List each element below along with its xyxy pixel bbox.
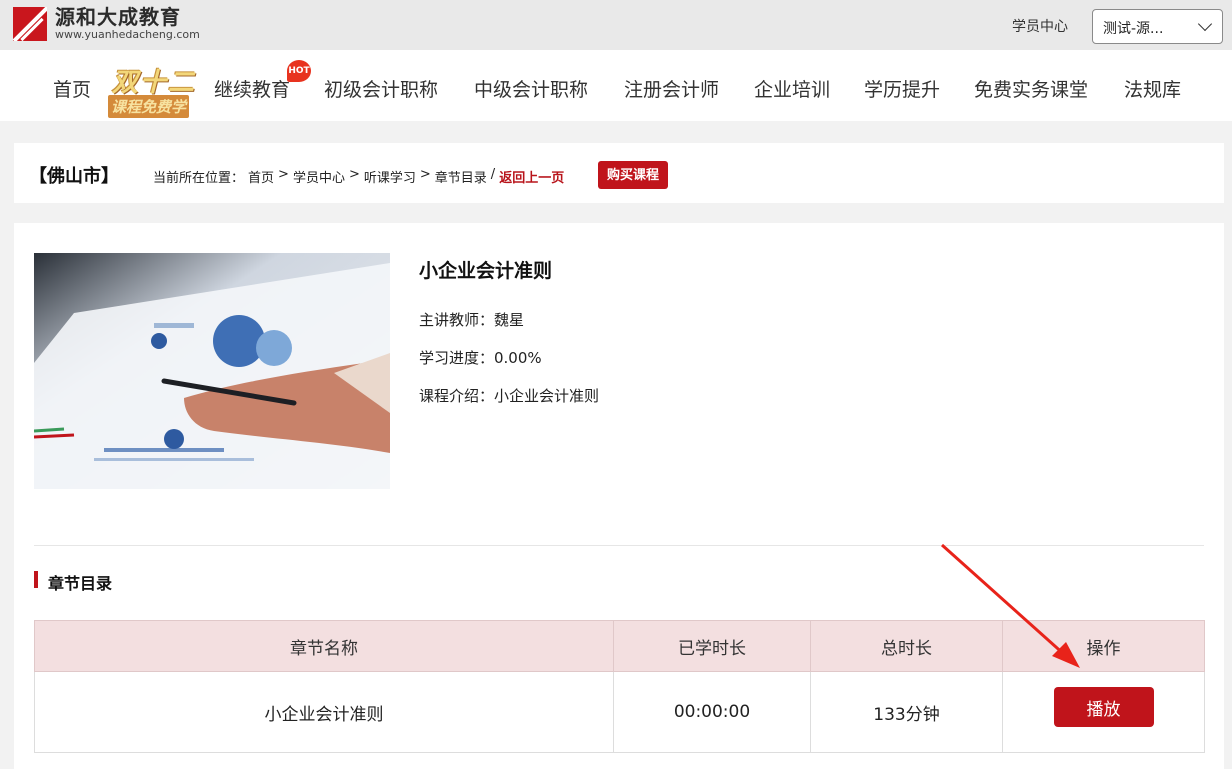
back-link[interactable]: 返回上一页 (499, 167, 564, 186)
chevron-down-icon (1197, 16, 1213, 32)
nav-item-continuing-education[interactable]: 继续教育 (214, 75, 290, 102)
nav-item-regulations[interactable]: 法规库 (1124, 75, 1181, 102)
breadcrumb: 当前所在位置： 首页 > 学员中心 > 听课学习 > 章节目录 / 返回上一页 (153, 167, 564, 186)
course-thumbnail (34, 253, 390, 489)
chapter-name: 小企业会计准则 (34, 671, 614, 753)
breadcrumb-user-center[interactable]: 学员中心 (293, 167, 345, 186)
section-title: 章节目录 (48, 574, 113, 593)
breadcrumb-home[interactable]: 首页 (248, 167, 274, 186)
breadcrumb-current: 章节目录 (434, 171, 487, 186)
chapter-learned-time: 00:00:00 (613, 671, 811, 753)
breadcrumb-separator: > (278, 167, 289, 182)
breadcrumb-lessons[interactable]: 听课学习 (364, 167, 416, 186)
promo-banner[interactable]: 双十二 课程免费学 (108, 62, 198, 118)
nav-item-free-classes[interactable]: 免费实务课堂 (974, 75, 1088, 102)
user-center-link[interactable]: 学员中心 (1012, 16, 1068, 36)
divider (34, 545, 1204, 546)
section-marker (34, 571, 38, 588)
column-header-total-time: 总时长 (810, 620, 1003, 672)
play-button[interactable]: 播放 (1053, 687, 1154, 727)
course-progress: 学习进度：0.00% (419, 349, 542, 367)
logo-url: www.yuanhedacheng.com (55, 28, 200, 41)
nav-item-degree[interactable]: 学历提升 (864, 75, 940, 102)
top-bar: 源和大成教育 www.yuanhedacheng.com 学员中心 测试-源..… (0, 0, 1232, 50)
nav-item-cpa[interactable]: 注册会计师 (624, 75, 719, 102)
breadcrumb-separator: > (348, 167, 360, 182)
nav-item-corporate-training[interactable]: 企业培训 (754, 75, 830, 102)
course-intro: 课程介绍：小企业会计准则 (419, 387, 600, 405)
hot-badge: HOT (287, 60, 311, 82)
location-bar: 【佛山市】 当前所在位置： 首页 > 学员中心 > 听课学习 > 章节目录 / … (14, 143, 1224, 203)
breadcrumb-prefix: 当前所在位置： (153, 171, 245, 186)
account-name: 测试-源... (1103, 21, 1164, 37)
column-header-learned-time: 已学时长 (613, 620, 811, 672)
nav-item-intermediate-accounting[interactable]: 中级会计职称 (474, 75, 588, 102)
city-label: 【佛山市】 (29, 166, 119, 187)
promo-subtitle: 课程免费学 (108, 95, 190, 118)
promo-title: 双十二 (112, 68, 197, 98)
chapter-total-time: 133分钟 (810, 671, 1003, 753)
course-panel: 小企业会计准则 主讲教师：魏星 学习进度：0.00% 课程介绍：小企业会计准则 … (14, 223, 1224, 769)
logo-name: 源和大成教育 (55, 5, 181, 29)
breadcrumb-separator: > (419, 167, 431, 182)
account-select[interactable]: 测试-源... (1092, 9, 1223, 44)
site-logo[interactable]: 源和大成教育 www.yuanhedacheng.com (13, 6, 200, 41)
course-teacher: 主讲教师：魏星 (419, 311, 525, 329)
nav-item-junior-accounting[interactable]: 初级会计职称 (324, 75, 438, 102)
table-header-row: 章节名称 已学时长 总时长 操作 (34, 620, 1205, 672)
table-row: 小企业会计准则 00:00:00 133分钟 播放 (34, 671, 1205, 753)
chapter-table: 章节名称 已学时长 总时长 操作 小企业会计准则 00:00:00 133分钟 … (34, 620, 1205, 753)
course-title: 小企业会计准则 (419, 260, 553, 282)
nav-item-home[interactable]: 首页 (53, 75, 91, 102)
logo-mark-icon (13, 6, 47, 41)
chapter-action-cell: 播放 (1002, 671, 1205, 753)
column-header-chapter-name: 章节名称 (34, 620, 614, 672)
column-header-action: 操作 (1002, 620, 1205, 672)
breadcrumb-slash: / (490, 167, 496, 182)
main-nav: 首页 双十二 课程免费学 继续教育 HOT 初级会计职称 中级会计职称 注册会计… (0, 50, 1232, 121)
buy-course-button[interactable]: 购买课程 (598, 161, 669, 189)
